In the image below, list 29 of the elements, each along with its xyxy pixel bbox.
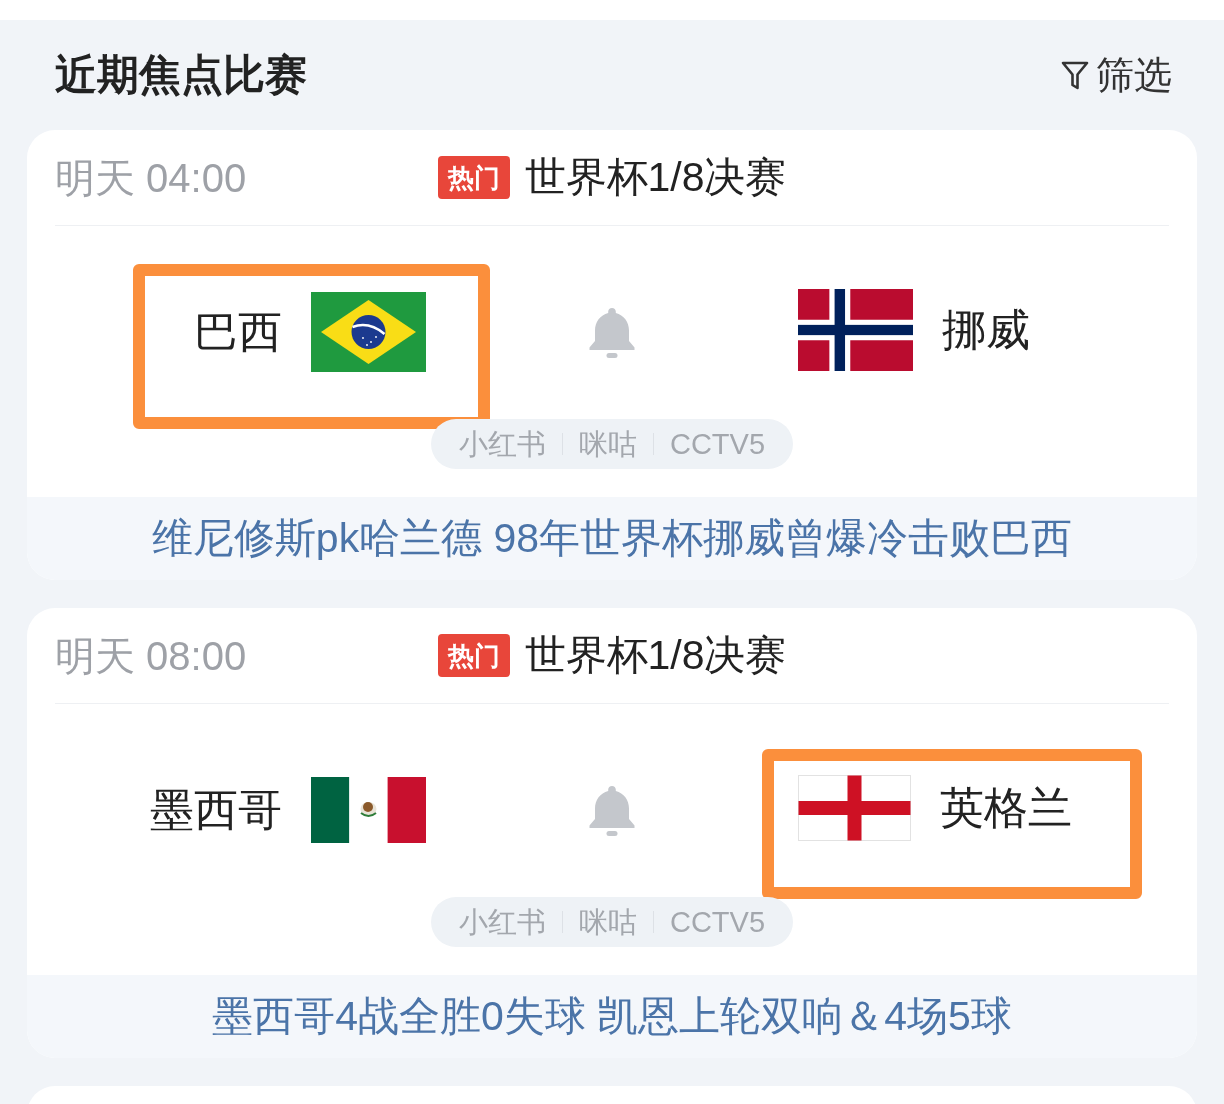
match-time: 明天 08:00 (55, 635, 247, 676)
competition-title: 世界杯1/8决赛 (524, 635, 787, 676)
norway-flag-icon (798, 289, 913, 371)
section-title: 近期焦点比赛 (55, 54, 307, 96)
headline-banner[interactable]: 墨西哥4战全胜0失球 凯恩上轮双响＆4场5球 (27, 975, 1197, 1058)
england-flag-icon (798, 775, 911, 841)
channel-name: 咪咕 (578, 907, 637, 937)
filter-icon (1060, 59, 1090, 91)
team-name: 巴西 (194, 309, 282, 354)
team-name: 英格兰 (940, 786, 1072, 830)
channel-name: CCTV5 (669, 907, 766, 937)
channel-name: 小红书 (458, 907, 546, 937)
filter-button[interactable]: 筛选 (1060, 56, 1172, 94)
channel-name: 小红书 (458, 429, 546, 459)
match-time: 明天 04:00 (55, 157, 247, 198)
headline-banner[interactable]: 维尼修斯pk哈兰德 98年世界杯挪威曾爆冷击败巴西 (27, 497, 1197, 580)
hot-badge: 热门 (437, 156, 510, 199)
mexico-flag-icon (311, 776, 426, 843)
notification-bell-icon[interactable] (586, 305, 638, 361)
team-name: 墨西哥 (150, 787, 282, 832)
match-card[interactable]: 明天 08:00 热门 世界杯1/8决赛 墨西哥 英格兰 小红书 咪咕 CCTV5 墨西哥4战全胜0失球 凯恩上轮双响＆4场5球 (27, 608, 1197, 1058)
hot-badge: 热门 (437, 634, 510, 677)
brazil-flag-icon (311, 291, 426, 372)
match-card[interactable]: 明天 04:00 热门 世界杯1/8决赛 巴西 挪威 小红书 咪咕 CCTV5 维尼修斯pk哈兰德 98年世界杯挪威曾爆冷击败巴西 (27, 130, 1197, 580)
team-name: 挪威 (942, 308, 1030, 352)
channel-name: 咪咕 (578, 429, 637, 459)
notification-bell-icon[interactable] (586, 783, 638, 839)
competition-title: 世界杯1/8决赛 (524, 157, 787, 198)
channel-name: CCTV5 (669, 429, 766, 459)
